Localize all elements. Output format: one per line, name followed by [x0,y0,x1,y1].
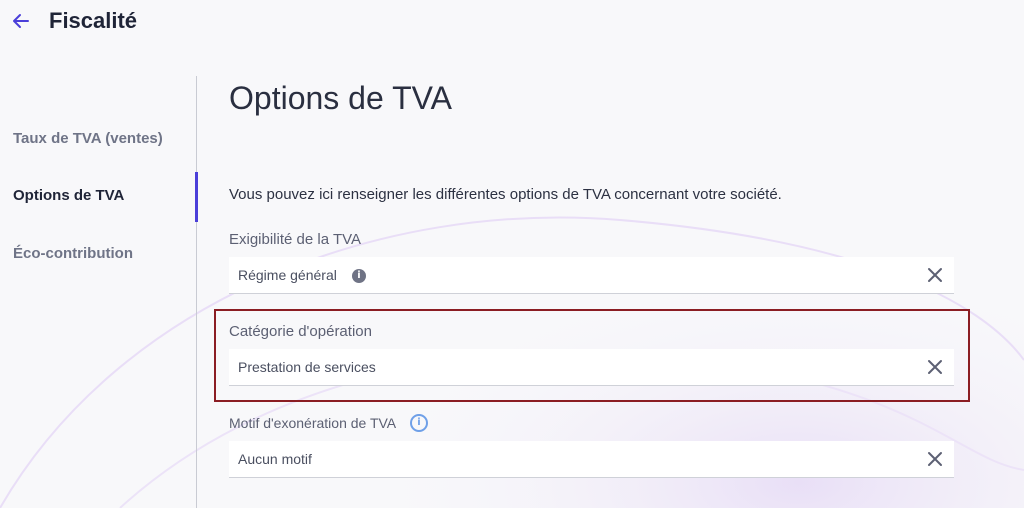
sidebar-active-indicator [195,172,198,222]
motif-value: Aucun motif [238,451,312,467]
section-description: Vous pouvez ici renseigner les différent… [229,186,782,203]
section-title: Options de TVA [229,80,452,116]
arrow-left-icon [13,14,29,28]
exigibilite-label: Exigibilité de la TVA [229,231,362,248]
motif-select[interactable]: Aucun motif [229,441,954,478]
main-content: Options de TVA Vous pouvez ici renseigne… [229,0,1024,508]
info-icon[interactable] [352,269,366,283]
back-button[interactable] [8,8,34,34]
info-outline-icon[interactable] [410,414,428,432]
highlight-box [214,309,970,402]
exigibilite-select[interactable]: Régime général [229,257,954,294]
motif-clear-button[interactable] [926,450,944,468]
page-header-title: Fiscalité [49,8,138,33]
sidebar-item-eco-contribution[interactable]: Éco-contribution [13,245,133,262]
exigibilite-value: Régime général [238,267,337,283]
sidebar-item-taux-tva[interactable]: Taux de TVA (ventes) [13,130,163,147]
motif-label: Motif d'exonération de TVA [229,415,397,431]
exigibilite-clear-button[interactable] [926,266,944,284]
sidebar: Taux de TVA (ventes) Options de TVA Éco-… [0,76,198,508]
sidebar-item-options-tva[interactable]: Options de TVA [13,187,124,204]
close-icon [928,452,942,466]
close-icon [928,268,942,282]
